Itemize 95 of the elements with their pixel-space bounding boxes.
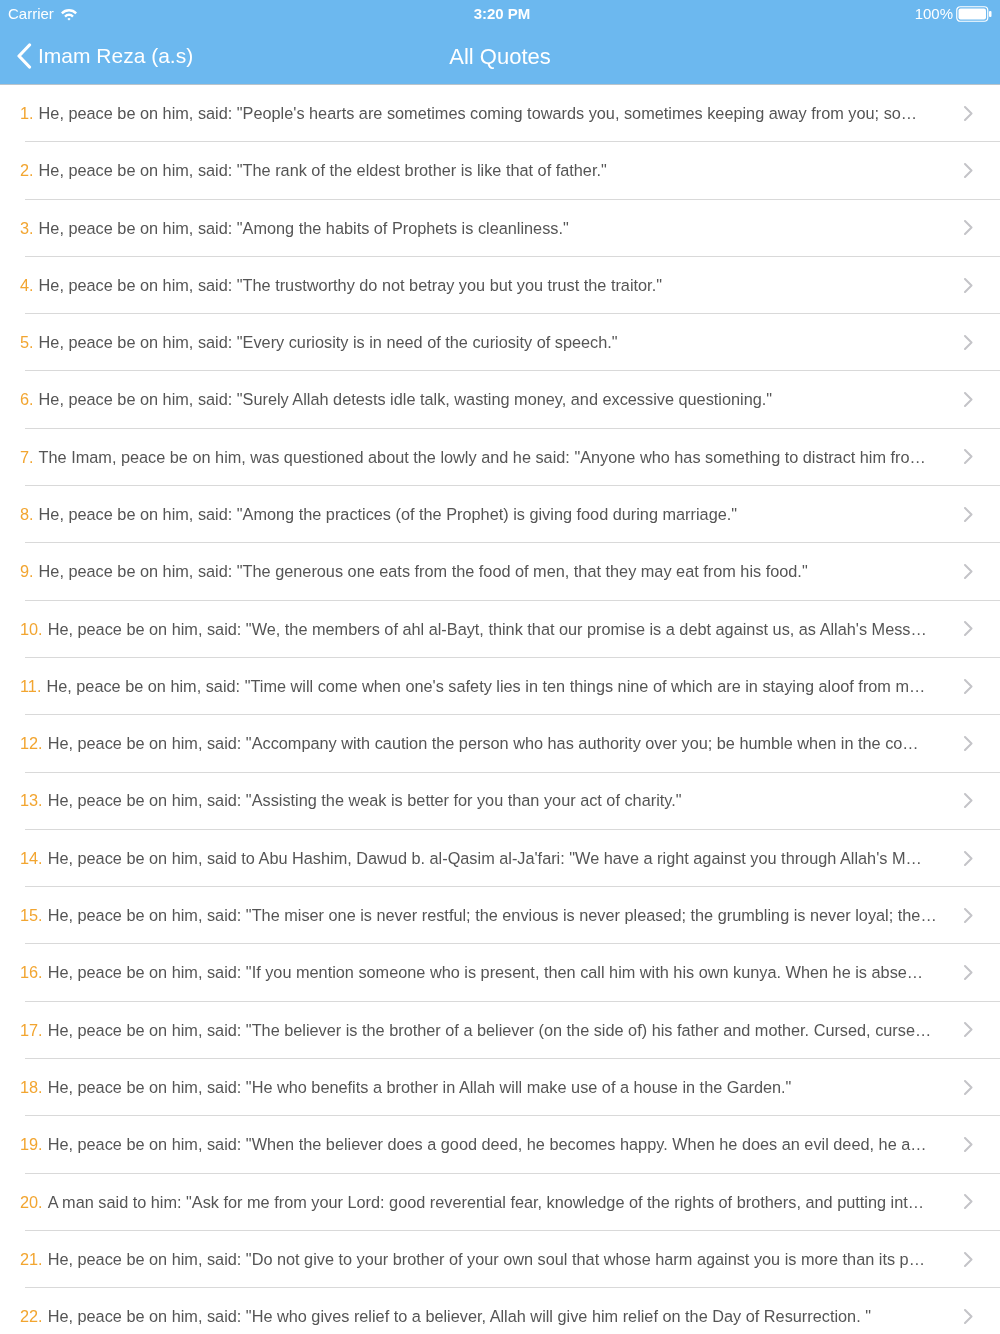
quote-text: He, peace be on him, said: "Accompany with caution the person who has authority over you; be humble when in the co… [47, 733, 919, 755]
quote-list-item[interactable]: 16. He, peace be on him, said: "If you mention someone who is present, then call him with his own kunya. When he is abse… [0, 944, 1000, 1002]
quote-list-item[interactable]: 22. He, peace be on him, said: "He who gives relief to a believer, Allah will give him relief on the Day of Resurrection. " [0, 1288, 1000, 1334]
chevron-right-icon [964, 220, 973, 236]
quote-list-item[interactable]: 10. He, peace be on him, said: "We, the members of ahl al-Bayt, think that our promise is a debt against us, as Allah's Mess… [0, 600, 1000, 658]
quote-number: 19. [20, 1134, 43, 1156]
quote-list-item[interactable]: 17. He, peace be on him, said: "The believer is the brother of a believer (on the side of) his father and mother. Cursed, curse… [0, 1001, 1000, 1060]
quote-text: He, peace be on him, said: "The trustworthy do not betray you but you trust the traitor." [38, 274, 662, 296]
chevron-right-icon [964, 564, 973, 579]
battery-percentage: 100% [914, 3, 953, 24]
chevron-right-icon [964, 162, 973, 178]
chevron-right-icon [964, 965, 973, 981]
quote-text: He, peace be on him, said: "If you mention someone who is present, then call him with his own kunya. When he is abse… [47, 962, 924, 984]
chevron-right-icon [964, 506, 973, 522]
quote-number: 5. [20, 332, 34, 354]
chevron-right-icon [964, 907, 973, 923]
quote-number: 1. [20, 102, 34, 124]
quote-number: 3. [20, 217, 34, 239]
carrier-label: Carrier [8, 3, 54, 24]
quote-list-item[interactable]: 3. He, peace be on him, said: "Among the habits of Prophets is cleanliness." [0, 199, 1000, 257]
wifi-icon [59, 7, 78, 21]
quote-text: He, peace be on him, said: "The believer is the brother of a believer (on the side of) his father and mother. Cursed, curse… [47, 1019, 932, 1041]
quote-text: He, peace be on him, said: "He who benefits a brother in Allah will make use of a house in the Garden." [47, 1076, 792, 1098]
quote-text: He, peace be on him, said: "Do not give to your brother of your own soul that whose harm against you is more than its p… [47, 1248, 925, 1270]
quote-number: 20. [20, 1191, 43, 1213]
quote-number: 18. [20, 1076, 43, 1098]
quote-list-item[interactable]: 13. He, peace be on him, said: "Assisting the weak is better for you than your act of charity." [0, 772, 1000, 830]
quote-number: 2. [20, 160, 34, 182]
chevron-right-icon [964, 105, 973, 121]
quote-number: 6. [20, 389, 34, 411]
quote-text: He, peace be on him, said: "Every curiosity is in need of the curiosity of speech." [38, 332, 618, 354]
quote-list-item[interactable]: 7. The Imam, peace be on him, was questioned about the lowly and he said: "Anyone who has something to distract him fro… [0, 428, 1000, 487]
quote-number: 9. [20, 561, 34, 583]
quote-list-item[interactable]: 20. A man said to him: "Ask for me from your Lord: good reverential fear, knowledge of the rights of brothers, and putting int… [0, 1173, 1000, 1231]
quote-list-item[interactable]: 4. He, peace be on him, said: "The trustworthy do not betray you but you trust the traitor." [0, 256, 1000, 315]
quote-text: He, peace be on him, said: "Among the habits of Prophets is cleanliness." [38, 217, 569, 239]
quote-text: He, peace be on him, said: "The rank of the eldest brother is like that of father." [38, 160, 607, 182]
quote-list-item[interactable]: 5. He, peace be on him, said: "Every curiosity is in need of the curiosity of speech." [0, 314, 1000, 372]
chevron-right-icon [964, 392, 973, 408]
quote-text: He, peace be on him, said: "Time will come when one's safety lies in ten things nine of which are in staying aloof from m… [46, 675, 926, 697]
quote-number: 4. [20, 274, 34, 296]
quote-list-item[interactable]: 18. He, peace be on him, said: "He who benefits a brother in Allah will make use of a house in the Garden." [0, 1059, 1000, 1117]
quote-list-item[interactable]: 15. He, peace be on him, said: "The miser one is never restful; the envious is never pleased; the grumbling is never loyal; the… [0, 887, 1000, 945]
quote-list-item[interactable]: 19. He, peace be on him, said: "When the believer does a good deed, he becomes happy. When he does an evil deed, he a… [0, 1116, 1000, 1174]
quote-text: He, peace be on him, said: "When the believer does a good deed, he becomes happy. When he does an evil deed, he a… [47, 1134, 927, 1156]
quote-list-item[interactable]: 2. He, peace be on him, said: "The rank of the eldest brother is like that of father." [0, 142, 1000, 200]
chevron-right-icon [964, 1194, 973, 1210]
chevron-right-icon [964, 449, 973, 465]
screen-title: All Quotes [449, 42, 551, 71]
quote-number: 13. [20, 790, 43, 812]
quote-list-item[interactable]: 12. He, peace be on him, said: "Accompany with caution the person who has authority over you; be humble when in the co… [0, 715, 1000, 773]
quote-text: He, peace be on him, said: "The generous one eats from the food of men, that they may eat from his food." [38, 561, 808, 583]
quote-list-item[interactable]: 1. He, peace be on him, said: "People's hearts are sometimes coming towards you, sometimes keeping away from you; so… [0, 85, 1000, 143]
quote-number: 14. [20, 847, 43, 869]
quote-number: 15. [20, 905, 43, 927]
quote-number: 10. [20, 618, 43, 640]
quote-text: He, peace be on him, said: "People's hearts are sometimes coming towards you, sometimes keeping away from you; so… [38, 102, 918, 124]
chevron-right-icon [964, 1022, 973, 1038]
quote-text: He, peace be on him, said: "We, the members of ahl al-Bayt, think that our promise is a debt against us, as Allah's Mess… [47, 618, 927, 640]
quote-number: 11. [20, 675, 42, 697]
chevron-right-icon [964, 334, 973, 350]
chevron-right-icon [964, 1137, 973, 1152]
quote-number: 22. [20, 1306, 43, 1328]
quote-number: 7. [20, 446, 34, 468]
quote-text: He, peace be on him, said: "Among the practices (of the Prophet) is giving food during marriage." [38, 504, 738, 525]
quote-list-item[interactable]: 8. He, peace be on him, said: "Among the practices (of the Prophet) is giving food during marriage." [0, 486, 1000, 544]
quote-text: A man said to him: "Ask for me from your Lord: good reverential fear, knowledge of the rights of brothers, and putting int… [47, 1191, 924, 1213]
chevron-right-icon [964, 621, 973, 637]
quote-number: 12. [20, 733, 43, 755]
quote-text: He, peace be on him, said: "The miser one is never restful; the envious is never pleased; the grumbling is never loyal; the… [47, 905, 937, 927]
quote-number: 16. [20, 962, 43, 984]
chevron-right-icon [964, 793, 973, 809]
quote-text: He, peace be on him, said: "Assisting the weak is better for you than your act of charity." [47, 790, 682, 812]
quote-number: 17. [20, 1019, 43, 1041]
quote-text: He, peace be on him, said to Abu Hashim, Dawud b. al-Qasim al-Ja'fari: "We have a right against you through Allah's M… [47, 847, 922, 869]
quote-text: The Imam, peace be on him, was questioned about the lowly and he said: "Anyone who has something to distract him fro… [38, 446, 926, 468]
battery-icon [956, 6, 992, 22]
chevron-right-icon [964, 1079, 973, 1095]
chevron-right-icon [964, 277, 973, 293]
quote-list-item[interactable]: 14. He, peace be on him, said to Abu Hashim, Dawud b. al-Qasim al-Ja'fari: "We have a right against you through Allah's M… [0, 829, 1000, 888]
quote-list-item[interactable]: 11. He, peace be on him, said: "Time will come when one's safety lies in ten things nine of which are in staying aloof from m… [0, 657, 1000, 716]
status-time: 3:20 PM [472, 3, 531, 24]
chevron-right-icon [964, 735, 973, 751]
chevron-left-icon [16, 43, 32, 69]
quote-list-item[interactable]: 9. He, peace be on him, said: "The generous one eats from the food of men, that they may eat from his food." [0, 543, 1000, 601]
quote-text: He, peace be on him, said: "Surely Allah detests idle talk, wasting money, and excessive questioning." [38, 389, 773, 411]
quote-text: He, peace be on him, said: "He who gives relief to a believer, Allah will give him relief on the Day of Resurrection. " [47, 1306, 871, 1328]
quote-number: 21. [20, 1248, 43, 1270]
quote-list-item[interactable]: 6. He, peace be on him, said: "Surely Allah detests idle talk, wasting money, and excessive questioning." [0, 371, 1000, 429]
chevron-right-icon [964, 678, 973, 694]
chevron-right-icon [964, 1251, 973, 1267]
chevron-right-icon [964, 1308, 973, 1324]
quote-list-item[interactable]: 21. He, peace be on him, said: "Do not give to your brother of your own soul that whose harm against you is more than its p… [0, 1230, 1000, 1289]
quote-number: 8. [20, 504, 34, 525]
chevron-right-icon [964, 850, 973, 866]
